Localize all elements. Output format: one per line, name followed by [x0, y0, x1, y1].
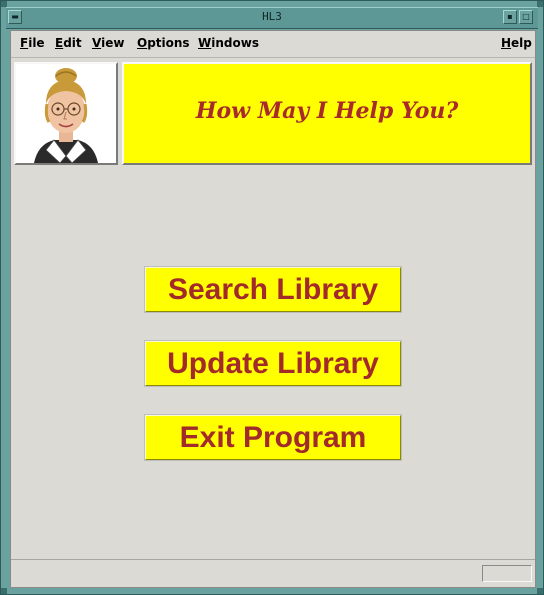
- update-library-button[interactable]: Update Library: [145, 341, 401, 386]
- resize-handle-top-right[interactable]: [537, 1, 543, 7]
- menu-view[interactable]: View: [92, 36, 124, 50]
- greeting-banner: How May I Help You?: [122, 62, 532, 165]
- minimize-button[interactable]: ▪: [503, 10, 517, 24]
- maximize-button[interactable]: □: [519, 10, 533, 24]
- assistant-avatar: [14, 62, 118, 165]
- window-title: HL3: [262, 10, 282, 23]
- menu-edit[interactable]: Edit: [55, 36, 82, 50]
- resize-handle-top-left[interactable]: [1, 1, 7, 7]
- menu-help[interactable]: Help: [501, 36, 532, 50]
- assistant-portrait-icon: [16, 64, 116, 163]
- menu-options[interactable]: Options: [137, 36, 190, 50]
- title-bar[interactable]: ▬ HL3 ▪ □: [6, 7, 538, 29]
- resize-handle-bottom-right[interactable]: [537, 588, 543, 594]
- search-library-button[interactable]: Search Library: [145, 267, 401, 312]
- main-panel: File Edit View Options Windows Help How …: [10, 30, 536, 588]
- greeting-text: How May I Help You?: [195, 98, 459, 124]
- resize-handle-bottom-left[interactable]: [1, 588, 7, 594]
- status-bar: [11, 559, 535, 586]
- menu-file[interactable]: File: [20, 36, 45, 50]
- menu-windows[interactable]: Windows: [198, 36, 259, 50]
- app-window: ▬ HL3 ▪ □ File Edit View Options Windows…: [0, 0, 544, 595]
- menu-bar: File Edit View Options Windows Help: [11, 31, 535, 58]
- status-indicator: [482, 565, 532, 582]
- exit-program-button[interactable]: Exit Program: [145, 415, 401, 460]
